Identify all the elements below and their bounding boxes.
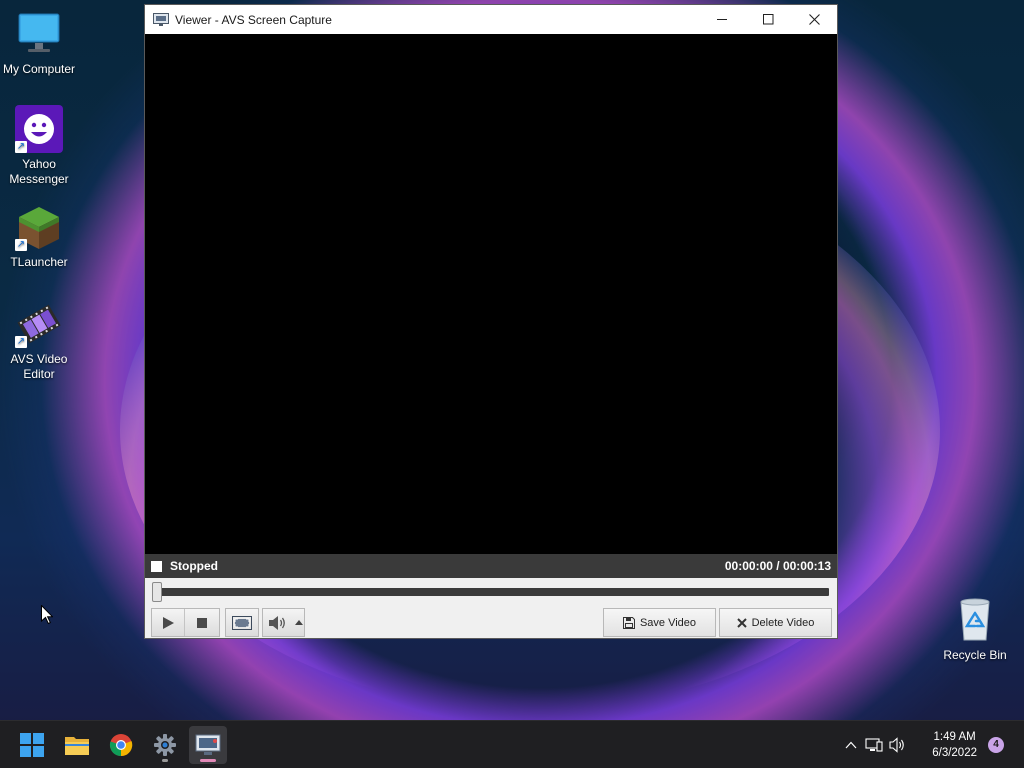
grass-block-icon: ↗ [15, 203, 63, 251]
taskbar-settings[interactable] [146, 726, 184, 764]
playback-status-bar: Stopped 00:00:00 / 00:00:13 [145, 554, 837, 578]
yahoo-messenger-icon: ↗ [15, 105, 63, 153]
network-button[interactable] [862, 737, 886, 753]
viewer-window[interactable]: Viewer - AVS Screen Capture Stopped 00:0… [144, 4, 838, 639]
film-strip-icon: ↗ [15, 300, 63, 348]
floppy-disk-icon [622, 616, 635, 629]
stop-icon [196, 617, 207, 628]
desktop-icon-label: Recycle Bin [943, 648, 1007, 662]
chevron-up-icon [294, 619, 303, 625]
monitor-icon [15, 10, 63, 58]
desktop-icon-yahoo-messenger[interactable]: ↗ Yahoo Messenger [0, 105, 78, 187]
time-separator: / [776, 559, 780, 573]
transport-controls [151, 608, 220, 637]
shortcut-arrow-icon: ↗ [15, 141, 27, 153]
desktop-icon-label: AVS Video Editor [10, 352, 68, 381]
seek-thumb[interactable] [152, 582, 162, 602]
volume-control [262, 608, 305, 637]
minimize-icon [716, 19, 727, 20]
save-video-label: Save Video [639, 616, 697, 629]
network-icon [865, 738, 883, 752]
volume-tray-button[interactable] [886, 737, 910, 753]
clock-time: 1:49 AM [933, 731, 976, 743]
windows-logo-icon [20, 733, 44, 757]
taskbar-avs-screen-capture[interactable] [189, 726, 227, 764]
player-controls: Save Video Delete Video [145, 578, 837, 638]
volume-icon [889, 737, 904, 753]
desktop-icon-label: Yahoo Messenger [9, 157, 69, 186]
volume-dropdown-button[interactable] [293, 609, 304, 636]
system-tray [840, 721, 910, 768]
total-time: 00:00:13 [782, 559, 831, 573]
volume-button[interactable] [263, 609, 293, 636]
close-icon [808, 14, 820, 25]
delete-video-button[interactable]: Delete Video [719, 608, 832, 637]
shortcut-arrow-icon: ↗ [15, 239, 27, 251]
playback-status: Stopped [170, 559, 218, 573]
current-time: 00:00:00 [724, 559, 773, 573]
fullscreen-icon [232, 615, 252, 630]
play-icon [163, 616, 174, 629]
taskbar-clock[interactable]: 1:49 AM 6/3/2022 [932, 729, 977, 761]
maximize-icon [762, 14, 773, 25]
desktop-icon-label: TLauncher [10, 255, 68, 269]
screen-capture-app-icon [153, 12, 169, 27]
taskbar-file-explorer[interactable] [58, 726, 96, 764]
close-button[interactable] [791, 5, 837, 34]
chevron-up-icon [845, 741, 857, 749]
desktop-icon-label: My Computer [2, 62, 76, 76]
taskbar: 1:49 AM 6/3/2022 4 [0, 720, 1024, 768]
desktop-icon-my-computer[interactable]: My Computer [0, 10, 78, 77]
clock-date: 6/3/2022 [932, 747, 977, 759]
desktop-icon-avs-video-editor[interactable]: ↗ AVS Video Editor [0, 300, 78, 382]
window-title: Viewer - AVS Screen Capture [175, 12, 332, 27]
mouse-cursor-icon [41, 604, 54, 630]
chrome-icon [109, 734, 133, 757]
fullscreen-control [225, 608, 259, 637]
fullscreen-button[interactable] [226, 609, 258, 636]
desktop-icon-tlauncher[interactable]: ↗ TLauncher [0, 203, 78, 270]
active-indicator [200, 759, 216, 762]
stop-button[interactable] [185, 609, 218, 636]
playback-time: 00:00:00 / 00:00:13 [725, 559, 831, 573]
running-indicator [162, 759, 168, 762]
folder-icon [65, 737, 89, 755]
show-hidden-icons-button[interactable] [840, 741, 862, 749]
minimize-button[interactable] [699, 5, 745, 34]
start-button[interactable] [13, 726, 51, 764]
video-preview[interactable] [145, 34, 837, 554]
play-button[interactable] [152, 609, 185, 636]
stopped-status-icon [151, 560, 162, 572]
maximize-button[interactable] [745, 5, 791, 34]
notification-badge[interactable]: 4 [988, 737, 1004, 753]
recycle-bin-icon [951, 596, 999, 644]
screen-capture-icon [195, 734, 221, 755]
desktop-icon-recycle-bin[interactable]: Recycle Bin [936, 596, 1014, 663]
shortcut-arrow-icon: ↗ [15, 336, 27, 348]
window-titlebar[interactable]: Viewer - AVS Screen Capture [145, 5, 837, 34]
taskbar-chrome[interactable] [102, 726, 140, 764]
delete-video-label: Delete Video [751, 616, 815, 629]
delete-x-icon [736, 617, 747, 628]
seek-bar[interactable] [159, 588, 829, 596]
gear-icon [154, 734, 176, 756]
speaker-icon [269, 615, 285, 630]
save-video-button[interactable]: Save Video [603, 608, 716, 637]
